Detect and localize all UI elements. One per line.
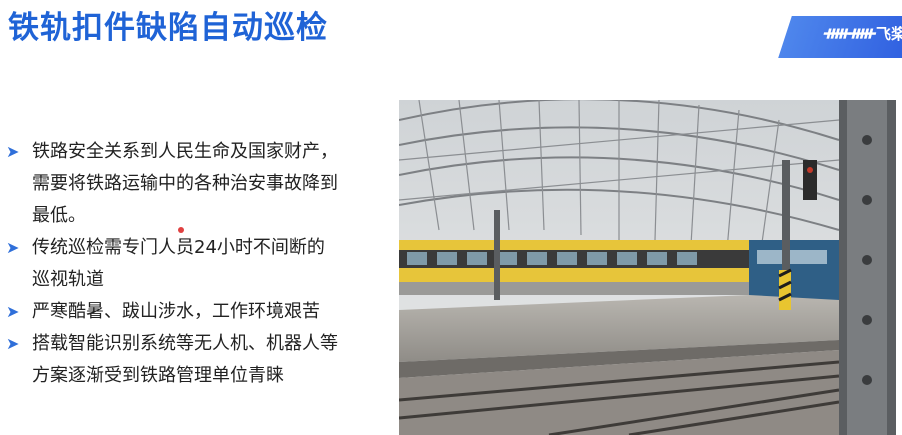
arrow-bullet-icon: ➤ (6, 142, 20, 161)
paddle-logo-mark-icon: ᚔᚔ (823, 22, 874, 44)
railway-station-photo (399, 100, 896, 435)
bullet-line: 严寒酷暑、跋山涉水，工作环境艰苦 (32, 301, 320, 322)
bullet-list: ➤ 铁路安全关系到人民生命及国家财产， 需要将铁路运输中的各种治安事故降到 最低… (6, 136, 391, 392)
arrow-bullet-icon: ➤ (6, 334, 20, 353)
bullet-item: ➤ 铁路安全关系到人民生命及国家财产， 需要将铁路运输中的各种治安事故降到 最低… (6, 136, 391, 232)
bullet-item: ➤ 严寒酷暑、跋山涉水，工作环境艰苦 (6, 296, 391, 328)
bullet-line: 巡视轨道 (32, 269, 104, 290)
slide-title: 铁轨扣件缺陷自动巡检 (8, 10, 328, 46)
laser-pointer-dot (178, 227, 184, 233)
bullet-item: ➤ 搭载智能识别系统等无人机、机器人等 方案逐渐受到铁路管理单位青睐 (6, 328, 391, 392)
bullet-line: 方案逐渐受到铁路管理单位青睐 (32, 365, 284, 386)
bullet-line: 最低。 (32, 205, 86, 226)
bullet-line: 搭载智能识别系统等无人机、机器人等 (32, 333, 338, 354)
bullet-item: ➤ 传统巡检需专门人员24小时不间断的 巡视轨道 (6, 232, 391, 296)
paddle-logo: ᚔᚔ 飞桨 (823, 22, 902, 44)
bullet-line: 需要将铁路运输中的各种治安事故降到 (32, 173, 338, 194)
logo-text: 飞桨 (876, 25, 902, 43)
bullet-line: 传统巡检需专门人员24小时不间断的 (32, 237, 325, 258)
arrow-bullet-icon: ➤ (6, 238, 20, 257)
bullet-line: 铁路安全关系到人民生命及国家财产， (32, 141, 338, 162)
arrow-bullet-icon: ➤ (6, 302, 20, 321)
